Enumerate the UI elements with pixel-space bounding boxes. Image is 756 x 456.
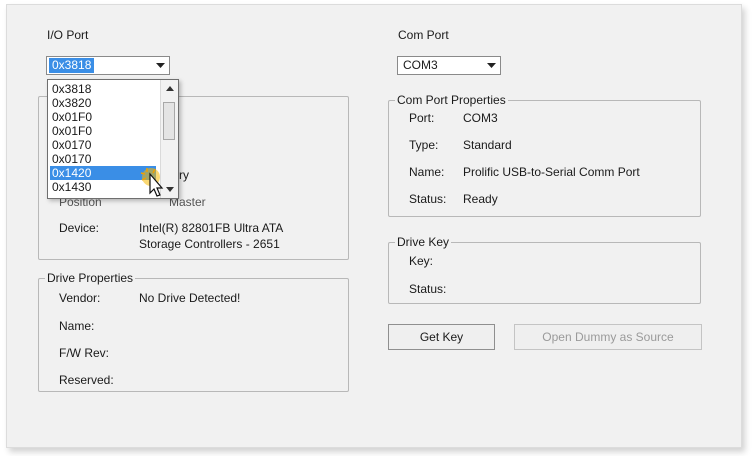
chevron-down-icon[interactable] [483,57,500,74]
device-value-line1: Intel(R) 82801FB Ultra ATA [139,221,284,235]
open-dummy-as-source-button[interactable]: Open Dummy as Source [514,324,702,350]
io-port-option[interactable]: 0x3820 [50,96,156,110]
fw-rev-label: F/W Rev: [59,346,109,360]
key-label: Key: [409,254,434,268]
io-port-option[interactable]: 0x3818 [50,82,156,96]
drive-properties-title: Drive Properties [45,271,136,285]
com-name-value: Prolific USB-to-Serial Comm Port [463,165,640,179]
get-key-button[interactable]: Get Key [388,324,495,350]
io-port-selected-value: 0x3818 [49,58,95,73]
com-port-select[interactable]: COM3 [397,56,501,75]
com-name-label: Name: [409,165,445,179]
io-port-select[interactable]: 0x3818 [46,56,170,75]
port-label: Port: [409,111,435,125]
com-port-properties-title: Com Port Properties [395,93,508,107]
io-port-option[interactable]: 0x01F0 [50,110,156,124]
io-port-label: I/O Port [47,28,89,42]
dialog-window: I/O Port 0x3818 8 ry Position Master Dev… [6,4,742,448]
vendor-value: No Drive Detected! [139,291,241,305]
scrollbar-thumb[interactable] [163,102,175,140]
com-status-label: Status: [409,192,447,206]
controller-partial-row-value: ry [179,168,189,182]
reserved-label: Reserved: [59,373,114,387]
type-label: Type: [409,138,439,152]
io-port-option[interactable]: 0x01F0 [50,124,156,138]
port-value: COM3 [463,111,498,125]
chevron-down-icon[interactable] [152,57,169,74]
drive-key-group: Drive Key Key: Status: [388,235,701,304]
device-value-line2: Storage Controllers - 2651 [139,237,280,251]
device-label: Device: [59,221,100,235]
type-value: Standard [463,138,512,152]
drive-key-title: Drive Key [395,235,452,249]
name-label: Name: [59,319,95,333]
com-port-label: Com Port [398,28,449,42]
key-status-label: Status: [409,282,447,296]
io-port-option[interactable]: 0x0170 [50,138,156,152]
mouse-pointer-icon [139,165,169,201]
io-port-option[interactable]: 0x0170 [50,152,156,166]
scroll-up-icon[interactable] [161,80,178,97]
com-port-selected-value: COM3 [403,58,438,72]
com-status-value: Ready [463,192,498,206]
drive-properties-group: Drive Properties Vendor: No Drive Detect… [38,271,349,392]
vendor-label: Vendor: [59,291,101,305]
com-port-properties-group: Com Port Properties Port: COM3 Type: Sta… [388,93,701,217]
